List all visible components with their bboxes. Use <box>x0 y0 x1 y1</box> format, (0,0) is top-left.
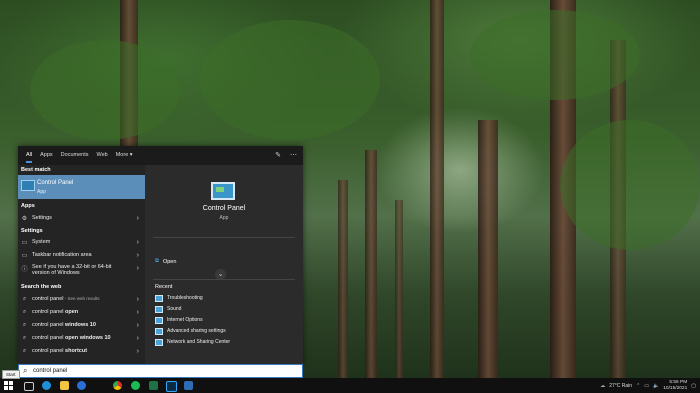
search-tabs: All Apps Documents Web More ▾ ✎ ⋯ <box>18 146 303 165</box>
chevron-right-icon[interactable]: › <box>137 296 139 303</box>
chevron-right-icon[interactable]: › <box>137 335 139 342</box>
divider <box>153 279 295 280</box>
tab-all[interactable]: All <box>22 146 36 165</box>
tab-documents[interactable]: Documents <box>57 146 93 165</box>
preview-subtitle: App <box>219 215 229 221</box>
recent-item[interactable]: Troubleshooting <box>155 293 203 303</box>
recent-item[interactable]: Advanced sharing settings <box>155 326 226 336</box>
recent-item[interactable]: Internet Options <box>155 315 203 325</box>
preview-pane: Control Panel App ⧉ Open ⌄ Recent Troubl… <box>145 165 303 364</box>
best-match-title: Control Panel <box>37 180 74 186</box>
chevron-right-icon[interactable]: › <box>137 215 139 222</box>
tab-more[interactable]: More ▾ <box>112 146 137 165</box>
chevron-right-icon[interactable]: › <box>137 265 139 272</box>
control-panel-icon <box>211 182 235 200</box>
web-result[interactable]: ⌕ control panel - See web results › <box>18 293 145 305</box>
gear-icon: ⚙ <box>21 215 28 222</box>
weather-icon[interactable]: ☁ <box>600 383 605 389</box>
chevron-right-icon[interactable]: › <box>137 239 139 246</box>
more-options-icon[interactable]: ⋯ <box>290 151 297 159</box>
web-result[interactable]: ⌕ control panel open › <box>18 306 145 318</box>
system-tray: ☁ 27°C Rain ⌃ ▭ 🔈 5:55 PM 10/15/2021 ▢ <box>600 379 696 392</box>
control-panel-icon <box>155 316 163 324</box>
chevron-right-icon[interactable]: › <box>137 309 139 316</box>
search-icon: ⌕ <box>22 321 27 328</box>
tab-web[interactable]: Web <box>93 146 112 165</box>
weather-text[interactable]: 27°C Rain <box>609 383 632 389</box>
result-settings-app[interactable]: ⚙ Settings › <box>18 212 145 224</box>
chevron-up-icon[interactable]: ⌃ <box>636 383 640 389</box>
chevron-right-icon[interactable]: › <box>137 322 139 329</box>
best-match-control-panel[interactable]: Control Panel App <box>18 175 145 199</box>
recent-item[interactable]: Sound <box>155 304 181 314</box>
tab-apps[interactable]: Apps <box>36 146 57 165</box>
taskbar: ☁ 27°C Rain ⌃ ▭ 🔈 5:55 PM 10/15/2021 ▢ <box>0 378 700 393</box>
task-view-icon[interactable] <box>24 382 34 391</box>
control-panel-icon <box>155 338 163 346</box>
divider <box>153 237 295 238</box>
search-web-header: Search the web <box>21 284 62 290</box>
notifications-icon[interactable]: ▢ <box>691 383 696 389</box>
search-box[interactable]: ⌕ control panel <box>18 364 303 378</box>
windows-start-icon[interactable] <box>4 381 13 390</box>
control-panel-icon <box>155 294 163 302</box>
best-match-subtitle: App <box>37 189 46 195</box>
search-icon: ⌕ <box>22 347 27 354</box>
web-result[interactable]: ⌕ control panel shortcut › <box>18 345 145 357</box>
results-list: Best match Control Panel App Apps ⚙ Sett… <box>18 165 145 364</box>
feedback-icon[interactable]: ✎ <box>275 151 281 159</box>
web-result[interactable]: ⌕ control panel windows 10 › <box>18 319 145 331</box>
result-system[interactable]: ▭ System › <box>18 236 145 248</box>
start-tooltip: Start <box>2 370 20 379</box>
chrome-icon[interactable] <box>113 381 122 390</box>
search-icon: ⌕ <box>22 334 27 341</box>
chevron-right-icon[interactable]: › <box>137 252 139 259</box>
result-taskbar-notification[interactable]: ▭ Taskbar notification area › <box>18 249 145 261</box>
chevron-right-icon[interactable]: › <box>137 348 139 355</box>
open-button[interactable]: ⧉ Open <box>155 258 176 265</box>
search-panel: All Apps Documents Web More ▾ ✎ ⋯ Best m… <box>18 146 303 364</box>
recent-header: Recent <box>155 284 173 290</box>
volume-icon[interactable]: 🔈 <box>653 383 659 389</box>
network-icon[interactable]: ▭ <box>644 383 649 389</box>
recent-item[interactable]: Network and Sharing Center <box>155 337 230 347</box>
web-result[interactable]: ⌕ control panel open windows 10 › <box>18 332 145 344</box>
taskbar-icon: ▭ <box>21 252 28 259</box>
clock[interactable]: 5:55 PM 10/15/2021 <box>663 380 687 392</box>
monitor-icon: ▭ <box>21 239 28 246</box>
app-icon[interactable] <box>184 381 193 390</box>
search-input[interactable]: control panel <box>33 368 67 374</box>
control-panel-icon <box>155 327 163 335</box>
search-icon: ⌕ <box>23 366 28 375</box>
result-32-64-bit[interactable]: ⓘ See if you have a 32-bit or 64-bit ver… <box>18 262 145 279</box>
file-explorer-icon[interactable] <box>60 381 69 390</box>
search-icon: ⌕ <box>22 295 27 302</box>
edge-icon[interactable] <box>42 381 51 390</box>
preview-title: Control Panel <box>202 205 246 212</box>
spotify-icon[interactable] <box>131 381 140 390</box>
settings-header: Settings <box>21 228 43 234</box>
best-match-header: Best match <box>21 167 51 173</box>
info-icon: ⓘ <box>21 267 28 273</box>
control-panel-icon <box>155 305 163 313</box>
photoshop-icon[interactable] <box>166 381 177 392</box>
control-panel-icon <box>21 180 35 191</box>
open-icon: ⧉ <box>155 258 159 264</box>
browser-icon[interactable] <box>77 381 86 390</box>
excel-icon[interactable] <box>149 381 158 390</box>
search-icon: ⌕ <box>22 308 27 315</box>
apps-header: Apps <box>21 203 35 209</box>
